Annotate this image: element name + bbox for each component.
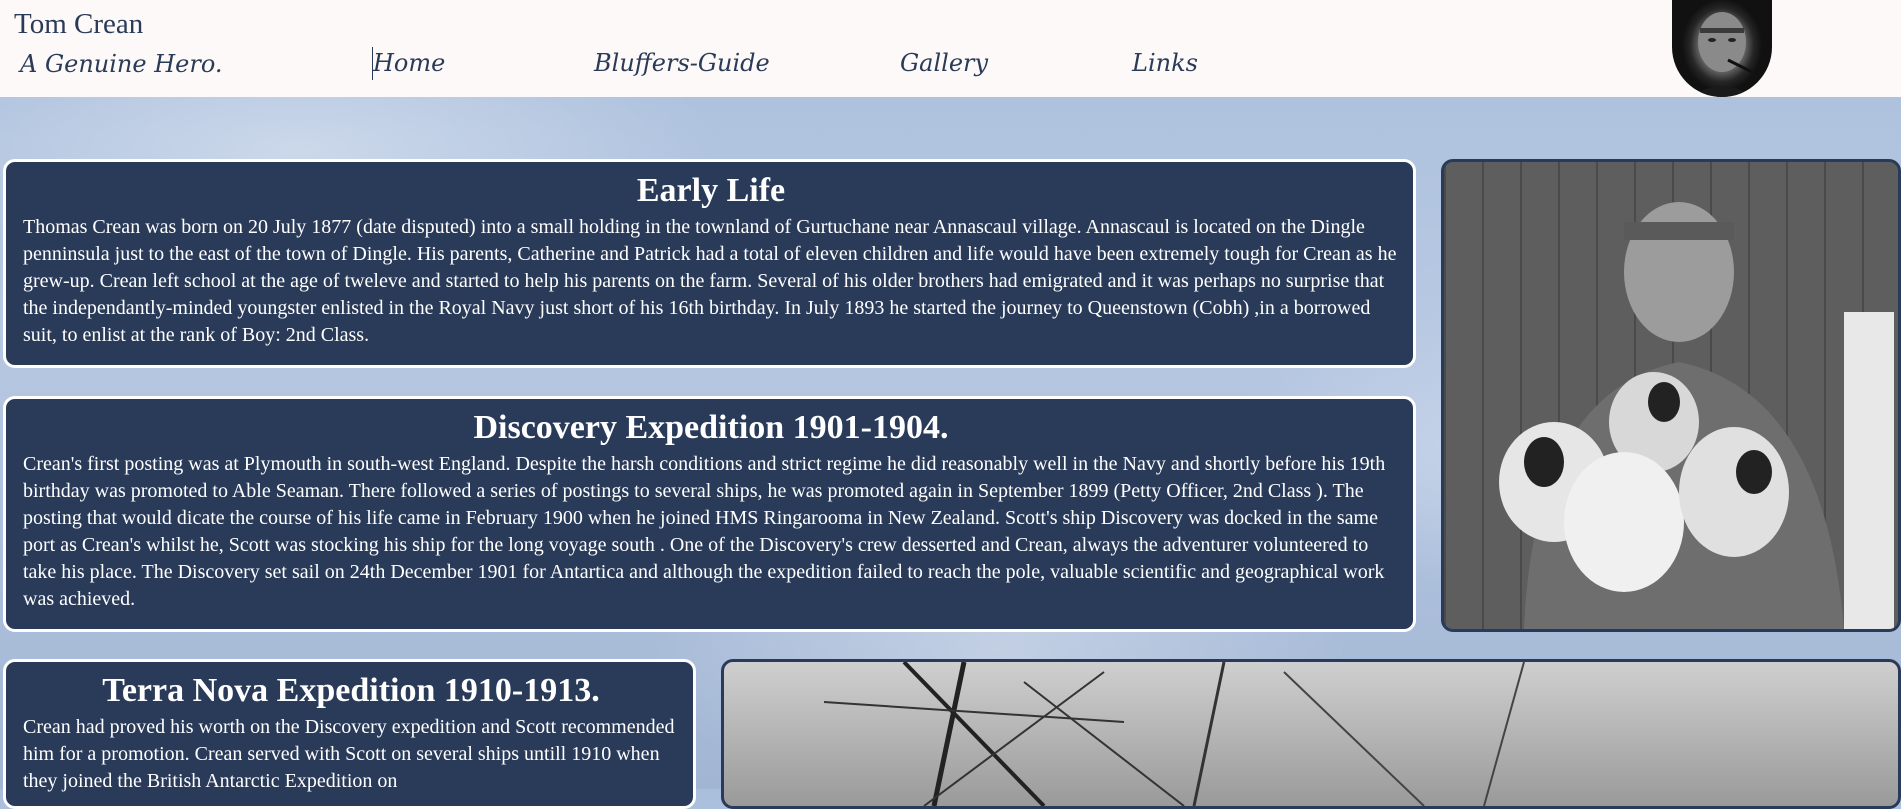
- portrait-avatar: [1672, 0, 1772, 97]
- portrait-avatar-graphic: [1692, 12, 1753, 97]
- nav-bluffers-guide-link[interactable]: Bluffers-Guide: [594, 49, 770, 77]
- site-tagline: A Genuine Hero.: [20, 50, 223, 78]
- ship-rigging-photo: [721, 659, 1901, 809]
- terra-nova-expedition-text: Crean had proved his worth on the Discov…: [23, 716, 675, 792]
- crean-with-puppies-photo: [1441, 159, 1901, 632]
- discovery-expedition-text: Crean's first posting was at Plymouth in…: [23, 453, 1386, 610]
- early-life-text: Thomas Crean was born on 20 July 1877 (d…: [23, 216, 1397, 346]
- terra-nova-expedition-section: Terra Nova Expedition 1910-1913. Crean h…: [3, 659, 696, 809]
- discovery-expedition-heading: Discovery Expedition 1901-1904.: [473, 409, 949, 446]
- site-header: Tom Crean A Genuine Hero. Home Bluffers-…: [0, 0, 1901, 97]
- ship-rigging-graphic: [823, 662, 1525, 806]
- crean-with-puppies-graphic: [1499, 202, 1894, 629]
- nav-links-link[interactable]: Links: [1132, 49, 1198, 77]
- early-life-heading: Early Life: [636, 172, 786, 209]
- nav-home-link[interactable]: Home: [373, 49, 445, 77]
- site-title: Tom Crean: [14, 8, 144, 40]
- discovery-expedition-section: Discovery Expedition 1901-1904. Crean's …: [3, 396, 1416, 632]
- terra-nova-expedition-heading: Terra Nova Expedition 1910-1913.: [102, 672, 600, 709]
- nav-gallery-link[interactable]: Gallery: [900, 49, 988, 77]
- early-life-section: Early Life Thomas Crean was born on 20 J…: [3, 159, 1416, 368]
